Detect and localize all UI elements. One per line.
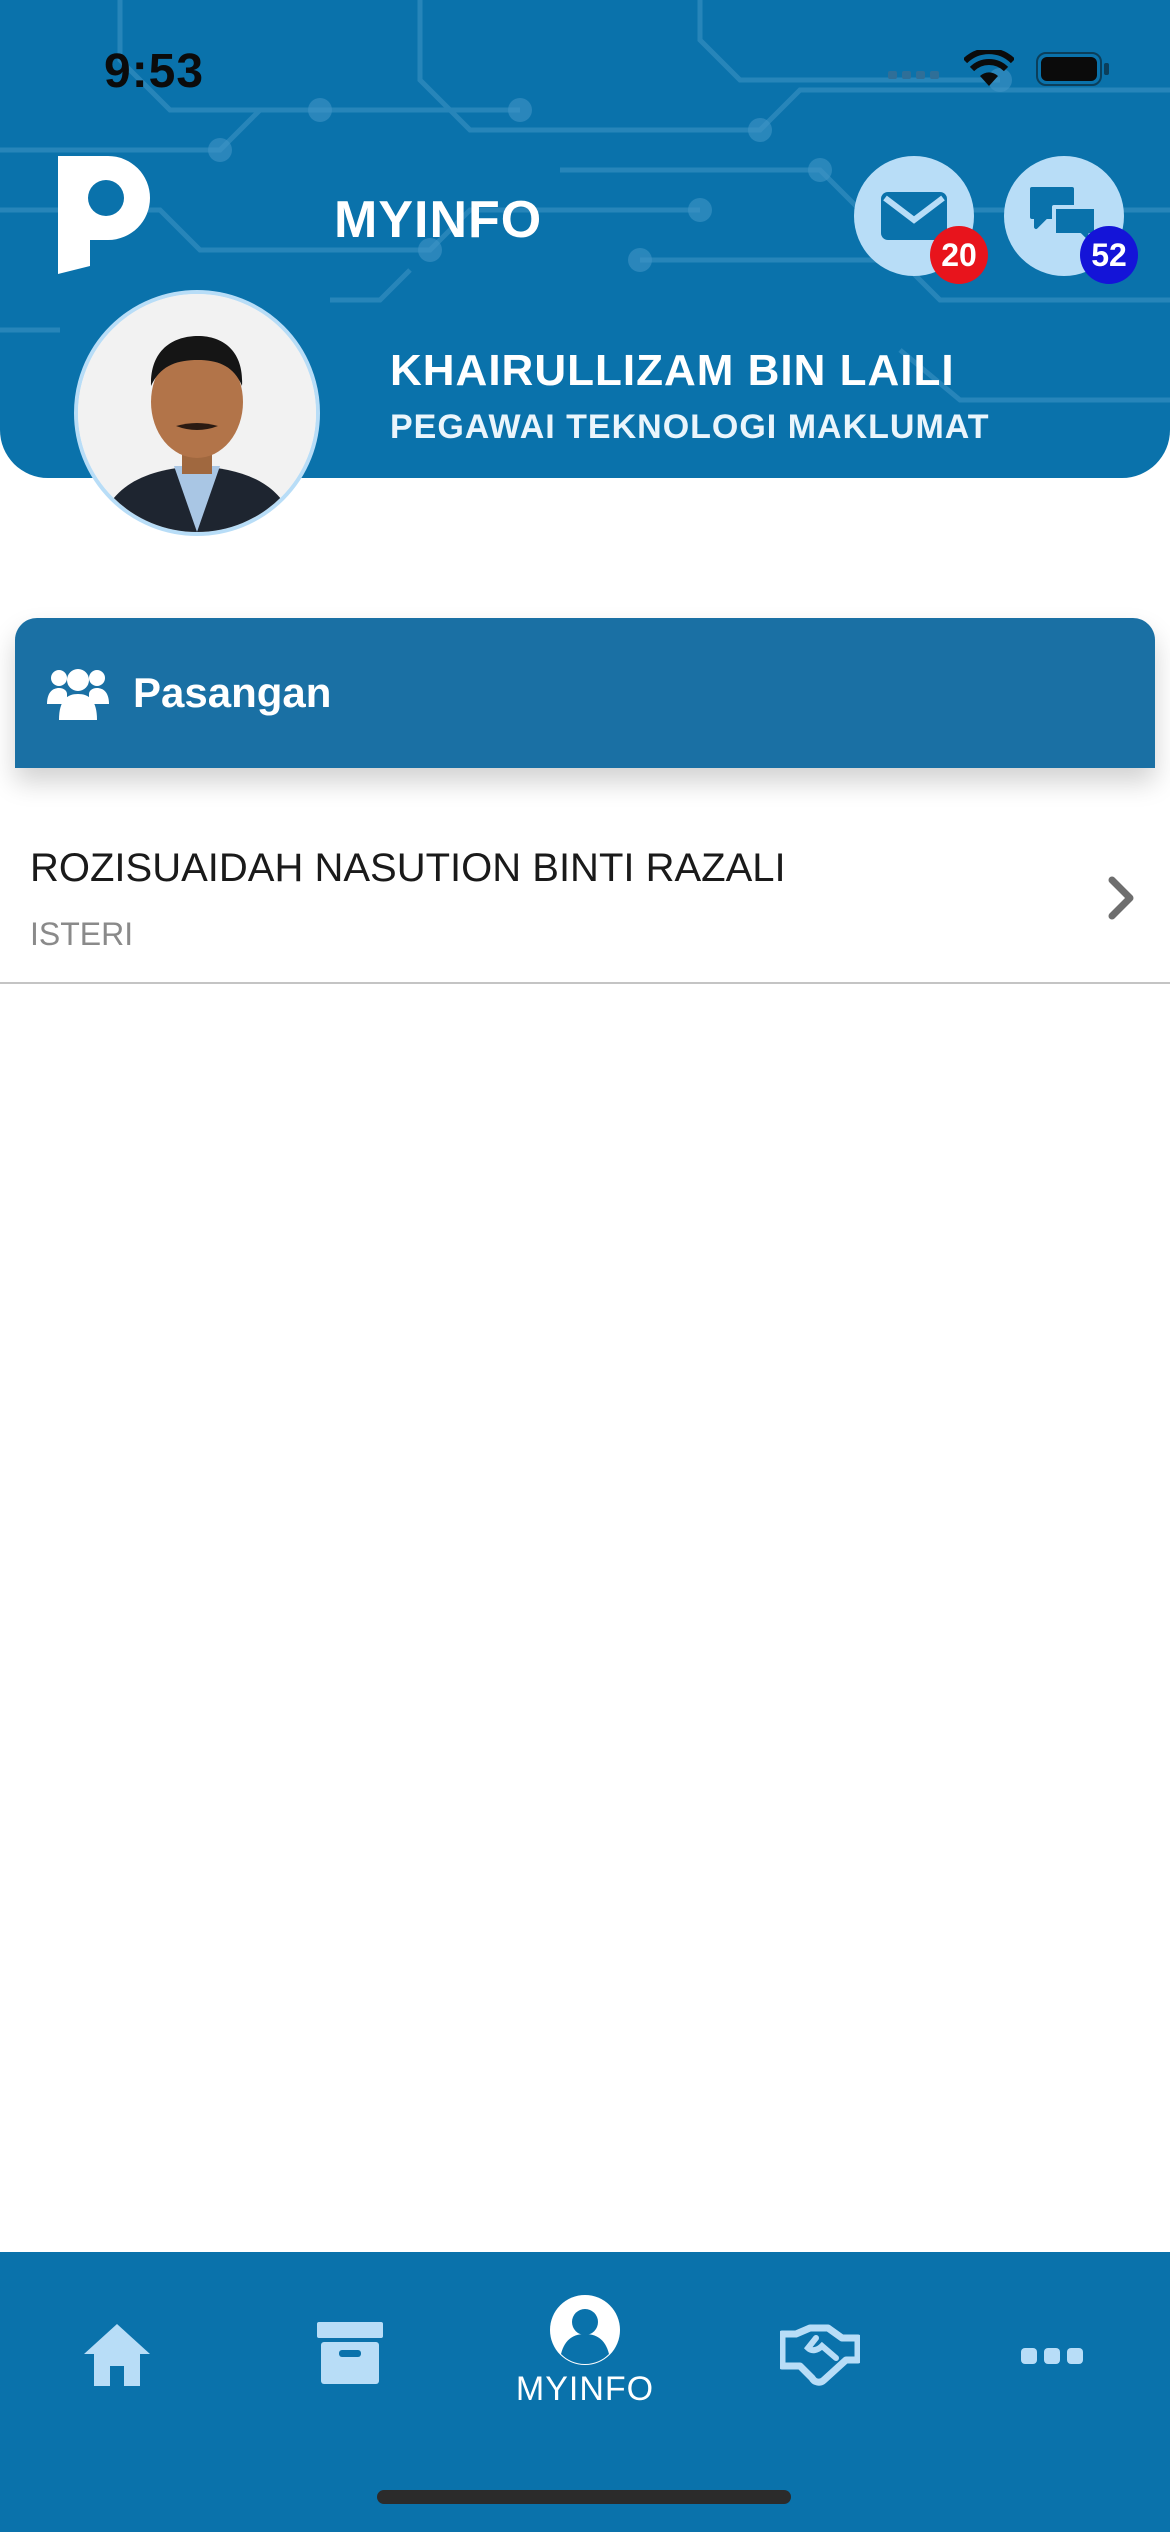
section-header-pasangan: Pasangan — [15, 618, 1155, 768]
home-icon — [84, 2324, 150, 2386]
user-role: PEGAWAI TEKNOLOGI MAKLUMAT — [390, 408, 990, 446]
more-icon — [1021, 2348, 1083, 2364]
spouse-name: ROZISUAIDAH NASUTION BINTI RAZALI — [30, 846, 786, 890]
tab-home[interactable] — [37, 2292, 197, 2422]
tab-handshake[interactable] — [740, 2292, 900, 2422]
chevron-right-icon — [1108, 876, 1134, 920]
users-icon — [45, 664, 111, 722]
profile-photo — [78, 294, 316, 532]
signal-icon — [888, 59, 942, 84]
page-title: MYINFO — [334, 191, 543, 249]
battery-icon — [1036, 52, 1110, 91]
spouse-relation: ISTERI — [30, 916, 134, 952]
wifi-icon — [962, 48, 1016, 93]
mail-count-badge: 20 — [930, 226, 988, 284]
archive-icon — [317, 2322, 383, 2384]
avatar[interactable] — [74, 290, 320, 536]
mail-button[interactable]: 20 — [854, 156, 988, 284]
list-item[interactable]: ROZISUAIDAH NASUTION BINTI RAZALI ISTERI — [0, 806, 1170, 984]
user-name: KHAIRULLIZAM BIN LAILI — [390, 346, 955, 395]
tab-myinfo[interactable]: MYINFO — [505, 2292, 665, 2422]
home-indicator — [377, 2490, 791, 2504]
app-logo — [58, 156, 150, 274]
status-icons — [888, 48, 1110, 93]
chat-count-badge: 52 — [1080, 226, 1138, 284]
section-title: Pasangan — [133, 669, 332, 716]
chat-button[interactable]: 52 — [1004, 156, 1138, 284]
tab-myinfo-label: MYINFO — [515, 2370, 655, 2408]
tab-archive[interactable] — [270, 2292, 430, 2422]
status-time: 9:53 — [104, 45, 205, 98]
tab-more[interactable] — [972, 2292, 1132, 2422]
handshake-icon — [780, 2324, 860, 2386]
user-icon — [550, 2295, 620, 2365]
